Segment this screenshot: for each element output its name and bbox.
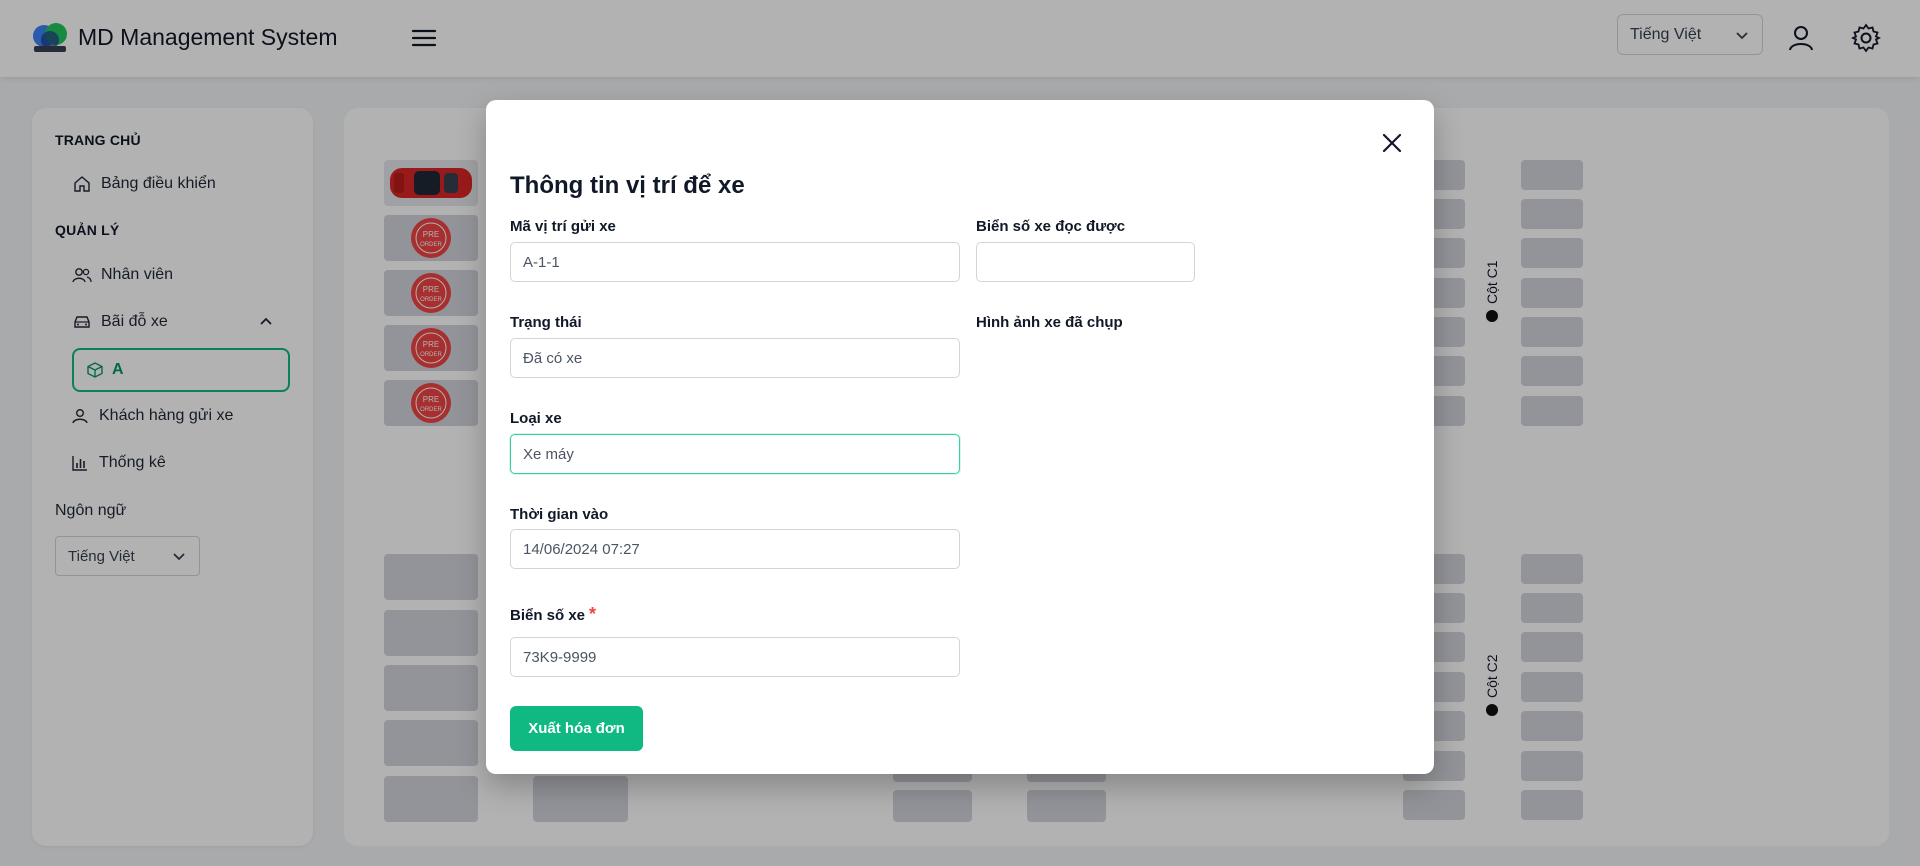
time-in-label: Thời gian vào <box>510 506 609 523</box>
status-field[interactable]: Đã có xe <box>510 338 960 378</box>
export-invoice-button[interactable]: Xuất hóa đơn <box>510 706 643 751</box>
parking-slot-modal: Thông tin vị trí để xe Mã vị trí gửi xe … <box>486 100 1434 774</box>
vehicle-type-label: Loại xe <box>510 410 562 427</box>
plate-read-field[interactable] <box>976 242 1195 282</box>
close-icon[interactable] <box>1379 130 1405 156</box>
plate-label-text: Biển số xe <box>510 607 586 624</box>
captured-image-label: Hình ảnh xe đã chụp <box>976 314 1123 331</box>
slot-code-label: Mã vị trí gửi xe <box>510 218 616 235</box>
plate-label: Biển số xe * <box>510 604 596 625</box>
plate-field[interactable]: 73K9-9999 <box>510 637 960 677</box>
slot-code-field[interactable]: A-1-1 <box>510 242 960 282</box>
time-in-field[interactable]: 14/06/2024 07:27 <box>510 529 960 569</box>
required-marker: * <box>589 604 597 624</box>
status-label: Trạng thái <box>510 314 582 331</box>
modal-title: Thông tin vị trí để xe <box>510 172 745 199</box>
plate-read-label: Biển số xe đọc được <box>976 218 1126 235</box>
vehicle-type-field[interactable]: Xe máy <box>510 434 960 474</box>
